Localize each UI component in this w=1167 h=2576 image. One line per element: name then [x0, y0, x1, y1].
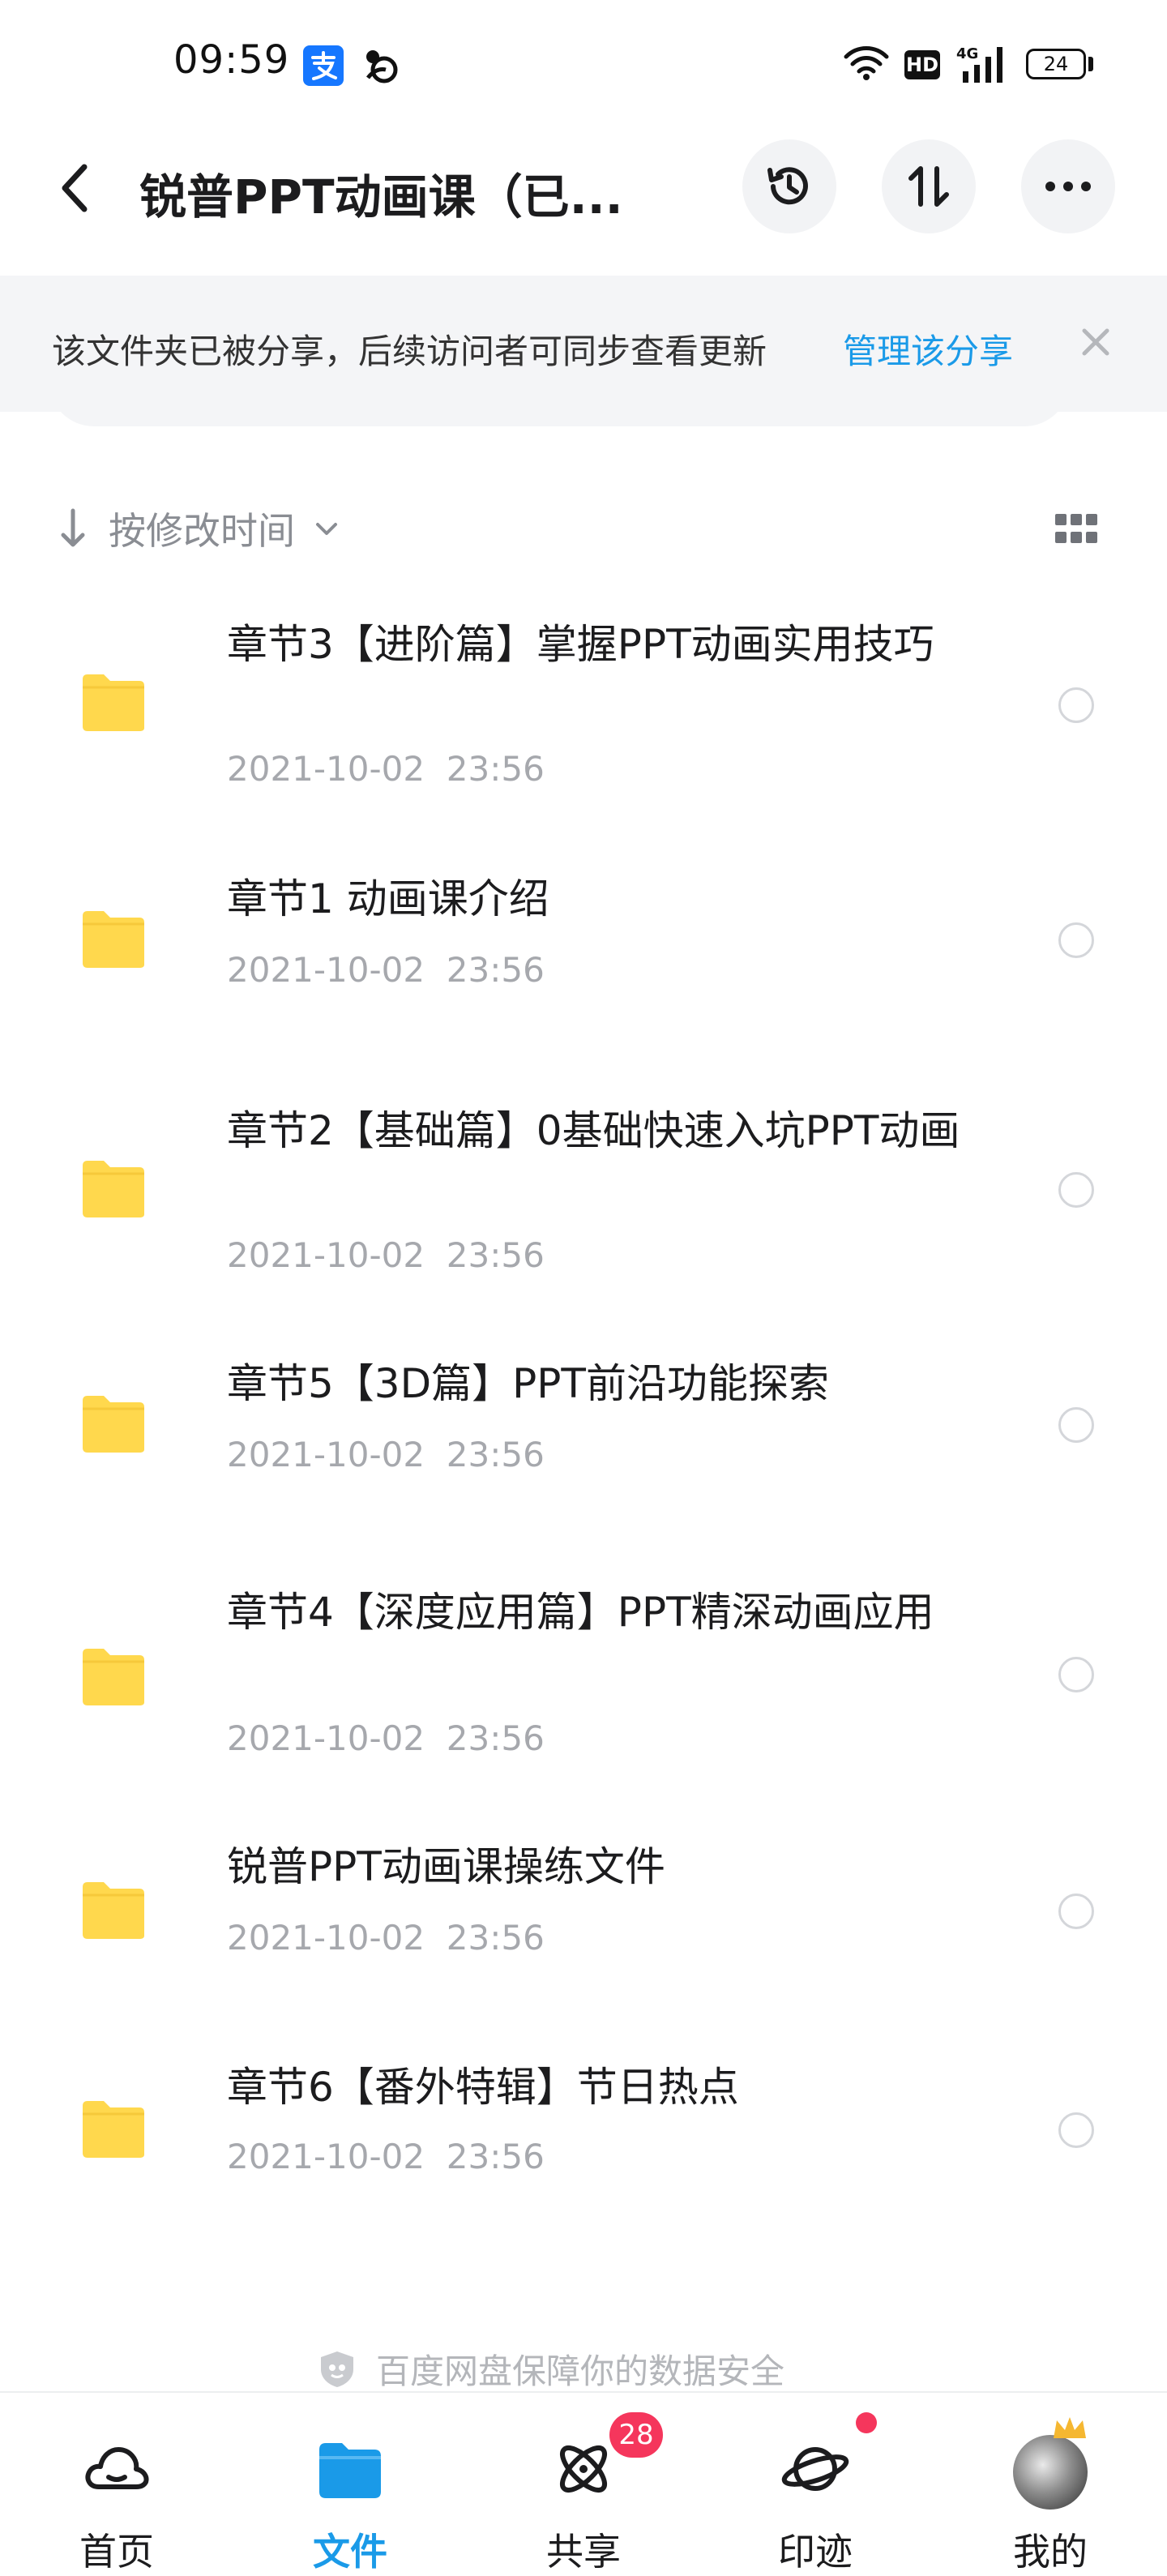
file-name: 锐普PPT动画课操练文件 [227, 1843, 665, 1890]
folder-icon [83, 911, 144, 968]
uc-browser-icon [366, 50, 398, 83]
file-name: 章节6【番外特辑】节日热点 [227, 2064, 739, 2111]
battery-indicator: 24 [1026, 49, 1086, 79]
folder-icon [83, 674, 144, 731]
avatar[interactable] [1013, 2435, 1088, 2510]
folder-icon [83, 1882, 144, 1939]
up-down-arrows-icon [908, 166, 949, 207]
close-icon[interactable] [1075, 321, 1117, 363]
select-radio[interactable] [1058, 2112, 1094, 2148]
bottom-tab-bar: 首页 文件 共享 印迹 我的 [0, 2391, 1167, 2574]
history-icon [767, 167, 808, 205]
crown-icon [1054, 2417, 1086, 2438]
tab-files[interactable]: 文件 [269, 2433, 431, 2574]
tab-label: 文件 [313, 2530, 387, 2574]
signal-icon: 4G [956, 45, 1002, 83]
cloud-home-icon [85, 2447, 149, 2489]
file-name: 章节3【进阶篇】掌握PPT动画实用技巧 [227, 621, 934, 668]
data-safety-note: 百度网盘保障你的数据安全 [316, 2344, 784, 2394]
file-list-item[interactable]: 章节1 动画课介绍 2021-10-02 23:56 [0, 859, 1167, 1029]
tab-label: 首页 [79, 2530, 154, 2574]
select-radio[interactable] [1058, 1172, 1094, 1208]
tab-label: 共享 [546, 2530, 621, 2574]
select-radio[interactable] [1058, 687, 1094, 723]
tab-label: 印迹 [778, 2530, 853, 2574]
history-button[interactable] [742, 139, 836, 233]
notification-dot [856, 2412, 877, 2433]
tab-home[interactable]: 首页 [36, 2433, 198, 2574]
file-list-item[interactable]: 锐普PPT动画课操练文件 2021-10-02 23:56 [0, 1832, 1167, 2010]
manage-share-link[interactable]: 管理该分享 [843, 324, 1013, 374]
tab-traces[interactable]: 印迹 [734, 2433, 896, 2574]
page-title: 锐普PPT动画课（已... [139, 169, 623, 225]
share-count-badge: 28 [609, 2412, 663, 2458]
file-date: 2021-10-02 23:56 [227, 1435, 545, 1474]
network-type-label: 4G [956, 45, 978, 62]
folder-icon [83, 1396, 144, 1453]
alipay-icon [303, 45, 344, 86]
file-date: 2021-10-02 23:56 [227, 1918, 545, 1958]
more-button[interactable] [1021, 139, 1115, 233]
shield-icon [321, 2351, 353, 2387]
hd-badge: HD [904, 50, 940, 79]
chevron-down-icon [316, 523, 337, 535]
battery-cap [1088, 57, 1093, 71]
folder-icon [83, 1649, 144, 1705]
select-radio[interactable] [1058, 1657, 1094, 1692]
grid-view-icon[interactable] [1055, 514, 1097, 545]
file-list-item[interactable]: 章节4【深度应用篇】PPT精深动画应用 2021-10-02 23:56 [0, 1564, 1167, 1783]
folder-tab-icon [319, 2443, 381, 2498]
data-safety-text: 百度网盘保障你的数据安全 [376, 2351, 785, 2391]
select-radio[interactable] [1058, 1893, 1094, 1929]
tab-label: 我的 [1013, 2530, 1088, 2574]
folder-icon [83, 1161, 144, 1217]
more-dots-icon [1045, 182, 1091, 191]
status-time: 09:59 [173, 37, 290, 83]
share-banner-message: 该文件夹已被分享，后续访问者可同步查看更新 [52, 332, 767, 371]
file-list-item[interactable]: 章节6【番外特辑】节日热点 2021-10-02 23:56 [0, 2051, 1167, 2229]
file-list-item[interactable]: 章节3【进阶篇】掌握PPT动画实用技巧 2021-10-02 23:56 [0, 600, 1167, 811]
status-bar: 09:59 HD 4G 24 [0, 0, 1167, 122]
back-arrow-icon[interactable] [52, 156, 100, 220]
file-date: 2021-10-02 23:56 [227, 749, 545, 789]
file-date: 2021-10-02 23:56 [227, 950, 545, 990]
file-name: 章节4【深度应用篇】PPT精深动画应用 [227, 1589, 934, 1636]
file-date: 2021-10-02 23:56 [227, 1235, 545, 1275]
sort-label: 按修改时间 [109, 509, 295, 553]
wifi-icon [844, 46, 889, 80]
file-list-item[interactable]: 章节5【3D篇】PPT前沿功能探索 2021-10-02 23:56 [0, 1346, 1167, 1524]
file-name: 章节1 动画课介绍 [227, 875, 549, 922]
file-list-item[interactable]: 章节2【基础篇】0基础快速入坑PPT动画 2021-10-02 23:56 [0, 1078, 1167, 1297]
folder-icon [83, 2101, 144, 2158]
transfer-button[interactable] [882, 139, 976, 233]
sort-arrow-down-icon [61, 508, 85, 547]
file-name: 章节5【3D篇】PPT前沿功能探索 [227, 1360, 829, 1407]
file-date: 2021-10-02 23:56 [227, 1718, 545, 1758]
sort-selector[interactable]: 按修改时间 [57, 496, 340, 561]
select-radio[interactable] [1058, 922, 1094, 958]
file-name: 章节2【基础篇】0基础快速入坑PPT动画 [227, 1107, 960, 1154]
select-radio[interactable] [1058, 1407, 1094, 1443]
file-date: 2021-10-02 23:56 [227, 2137, 545, 2176]
atom-share-icon [560, 2445, 607, 2493]
planet-icon [781, 2447, 849, 2491]
